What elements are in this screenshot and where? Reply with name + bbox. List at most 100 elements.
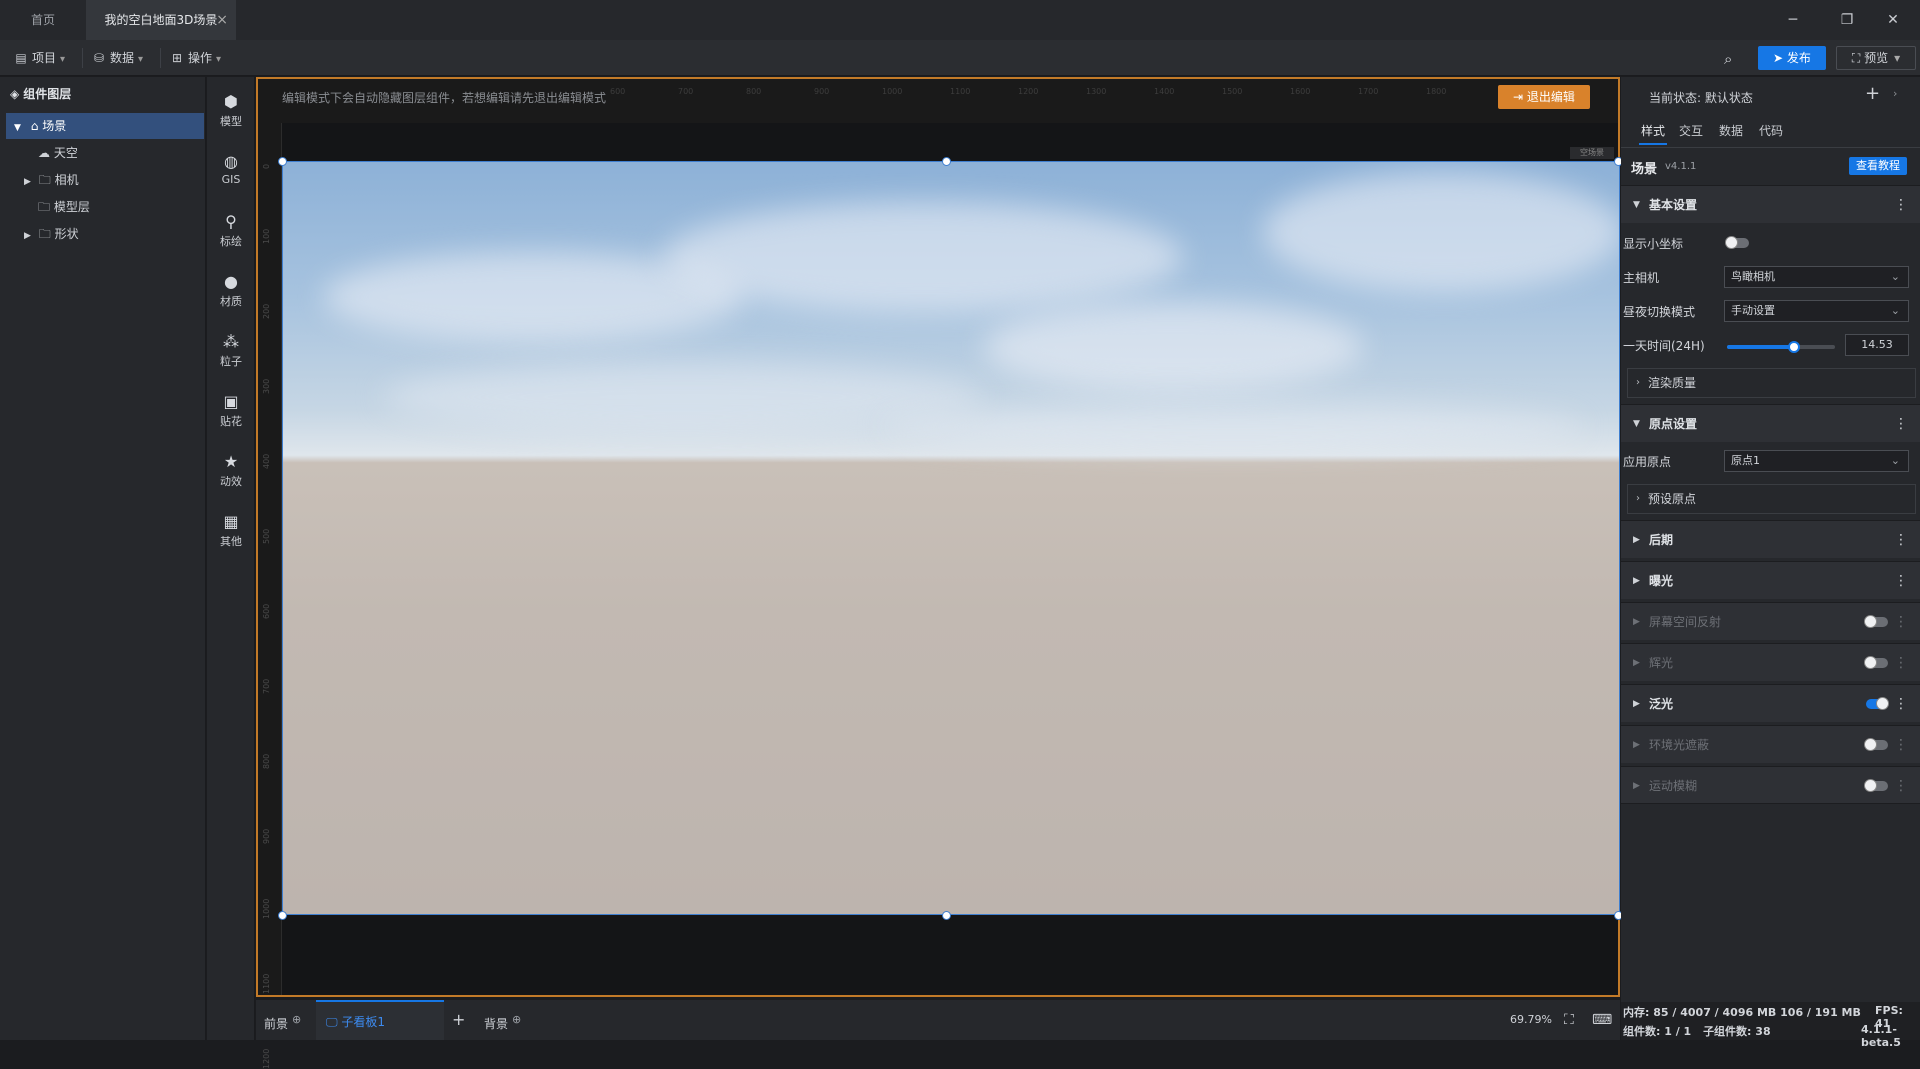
minimize-icon[interactable]: ─ — [1766, 0, 1820, 40]
board-bar: 前景 ⊕ 🖵 子看板1 + 背景 ⊕ 69.79% ⛶ ⌨ — [256, 1000, 1620, 1040]
tool-plot[interactable]: ⚲ 标绘 — [207, 203, 255, 259]
resize-handle-bottom[interactable] — [942, 911, 951, 920]
close-window-icon[interactable]: ✕ — [1866, 0, 1920, 40]
more-icon[interactable]: ⋮ — [1894, 644, 1908, 682]
section-title: 后期 — [1649, 533, 1674, 547]
bloom-toggle[interactable] — [1866, 697, 1889, 710]
caret-right-icon[interactable]: ▶ — [24, 231, 31, 241]
ruler-tick: 900 — [814, 87, 830, 96]
fit-screen-icon[interactable]: ⛶ — [1564, 1000, 1574, 1040]
ruler-tick: 1500 — [1222, 87, 1243, 96]
resize-handle-top[interactable] — [942, 157, 951, 166]
caret-down-icon[interactable]: ▼ — [14, 123, 21, 133]
more-icon[interactable]: ⋮ — [1894, 562, 1908, 600]
publish-button[interactable]: ➤ 发布 — [1758, 46, 1826, 70]
layer-item-scene[interactable]: ▼ ⌂ 场景 — [6, 113, 204, 139]
apply-origin-value: 原点1 — [1731, 454, 1760, 467]
ssr-toggle[interactable] — [1864, 615, 1888, 628]
chevron-right-icon: › — [1636, 377, 1640, 388]
more-icon[interactable]: ⋮ — [1894, 186, 1908, 224]
ruler-tick: 700 — [678, 87, 694, 96]
zoom-level[interactable]: 69.79% — [1510, 1000, 1552, 1040]
ao-toggle[interactable] — [1864, 738, 1888, 751]
tab-background[interactable]: 背景 ⊕ — [484, 1000, 521, 1040]
tab-data[interactable]: 数据 — [1719, 117, 1743, 145]
layer-item-model-layer[interactable]: 🗀 模型层 — [6, 194, 204, 220]
tool-particle[interactable]: ⁂ 粒子 — [207, 323, 255, 379]
tool-label: 其他 — [220, 535, 242, 548]
add-circle-icon[interactable]: ⊕ — [512, 1013, 521, 1026]
section-origin[interactable]: ▼ 原点设置 ⋮ — [1621, 404, 1920, 442]
section-ao[interactable]: ▶ 环境光遮蔽 ⋮ — [1621, 725, 1920, 763]
more-icon[interactable]: ⋮ — [1894, 521, 1908, 559]
board-icon: 🖵 — [326, 1015, 342, 1029]
preview-button[interactable]: ⛶ 预览 ▾ — [1836, 46, 1916, 70]
search-icon[interactable]: ⌕ — [1724, 50, 1732, 68]
subsection-render-quality[interactable]: › 渲染质量 — [1627, 368, 1916, 398]
scene-viewport[interactable] — [282, 161, 1620, 915]
tutorial-button[interactable]: 查看教程 — [1849, 157, 1907, 175]
tool-model[interactable]: ⬢ 模型 — [207, 83, 255, 139]
close-tab-icon[interactable]: × — [216, 0, 228, 40]
divider — [82, 48, 83, 68]
section-exposure[interactable]: ▶ 曝光 ⋮ — [1621, 561, 1920, 599]
layer-item-camera[interactable]: ▶ 🗀 相机 — [6, 167, 204, 193]
current-state-value: 默认状态 — [1704, 91, 1753, 105]
section-ssr[interactable]: ▶ 屏幕空间反射 ⋮ — [1621, 602, 1920, 640]
keyboard-icon[interactable]: ⌨ — [1592, 1000, 1612, 1040]
more-icon[interactable]: ⋮ — [1894, 603, 1908, 641]
more-icon[interactable]: ⋮ — [1894, 767, 1908, 805]
add-board-icon[interactable]: + — [452, 1000, 465, 1040]
tab-style[interactable]: 样式 — [1639, 117, 1668, 145]
tab-home[interactable]: 首页 — [0, 0, 86, 40]
tool-label: 动效 — [220, 475, 242, 488]
layer-item-shape[interactable]: ▶ 🗀 形状 — [6, 221, 204, 247]
caret-right-icon[interactable]: ▶ — [24, 177, 31, 187]
resize-handle-top-left[interactable] — [278, 157, 287, 166]
tab-foreground[interactable]: 前景 ⊕ — [264, 1000, 301, 1040]
time-slider-thumb[interactable] — [1788, 341, 1800, 353]
time-slider[interactable] — [1727, 341, 1835, 353]
tab-interaction[interactable]: 交互 — [1679, 117, 1703, 145]
more-icon[interactable]: ⋮ — [1894, 726, 1908, 764]
more-icon[interactable]: ⋮ — [1894, 405, 1908, 443]
exit-edit-button[interactable]: ⇥ 退出编辑 — [1498, 85, 1590, 109]
tool-effect[interactable]: ★ 动效 — [207, 443, 255, 499]
section-title: 屏幕空间反射 — [1649, 615, 1722, 629]
project-menu[interactable]: ▤ 项目 ▾ — [14, 40, 65, 76]
tool-other[interactable]: ▦ 其他 — [207, 503, 255, 559]
time-input[interactable]: 14.53 — [1845, 334, 1909, 356]
section-glow[interactable]: ▶ 辉光 ⋮ — [1621, 643, 1920, 681]
glow-toggle[interactable] — [1864, 656, 1888, 669]
layer-item-sky[interactable]: ☁ 天空 — [6, 140, 204, 166]
show-axis-toggle[interactable] — [1725, 236, 1749, 249]
tool-decal[interactable]: ▣ 贴花 — [207, 383, 255, 439]
subsection-preset-origin[interactable]: › 预设原点 — [1627, 484, 1916, 514]
data-menu[interactable]: ⛁ 数据 ▾ — [92, 40, 143, 76]
day-night-select[interactable]: 手动设置 ⌄ — [1724, 300, 1909, 322]
tab-code[interactable]: 代码 — [1759, 117, 1783, 145]
motion-blur-toggle[interactable] — [1864, 779, 1888, 792]
section-motion-blur[interactable]: ▶ 运动模糊 ⋮ — [1621, 766, 1920, 804]
toggle-knob — [1725, 236, 1738, 249]
ops-menu[interactable]: ⊞ 操作 ▾ — [170, 40, 221, 76]
chevron-right-icon[interactable]: › — [1893, 87, 1897, 100]
apply-origin-label: 应用原点 — [1623, 455, 1672, 469]
main-camera-select[interactable]: 鸟瞰相机 ⌄ — [1724, 266, 1909, 288]
tab-child-board[interactable]: 🖵 子看板1 — [316, 1000, 444, 1040]
section-basic[interactable]: ▼ 基本设置 ⋮ — [1621, 185, 1920, 223]
tab-background-label: 背景 — [484, 1017, 509, 1031]
section-post[interactable]: ▶ 后期 ⋮ — [1621, 520, 1920, 558]
layer-panel-title: ◈ 组件图层 — [10, 77, 71, 111]
apply-origin-select[interactable]: 原点1 ⌄ — [1724, 450, 1909, 472]
resize-handle-bottom-left[interactable] — [278, 911, 287, 920]
more-icon[interactable]: ⋮ — [1894, 685, 1908, 723]
tool-material[interactable]: ● 材质 — [207, 263, 255, 319]
exit-edit-label: 退出编辑 — [1526, 90, 1575, 104]
add-state-icon[interactable]: + — [1865, 83, 1880, 104]
section-bloom[interactable]: ▶ 泛光 ⋮ — [1621, 684, 1920, 722]
add-circle-icon[interactable]: ⊕ — [292, 1013, 301, 1026]
tool-gis[interactable]: ◍ GIS — [207, 143, 255, 199]
tab-project[interactable]: 我的空白地面3D场景 × — [86, 0, 236, 40]
editor-canvas[interactable]: 600 700 800 900 1000 1100 1200 1300 1400 1500 1600… — [256, 77, 1623, 1069]
